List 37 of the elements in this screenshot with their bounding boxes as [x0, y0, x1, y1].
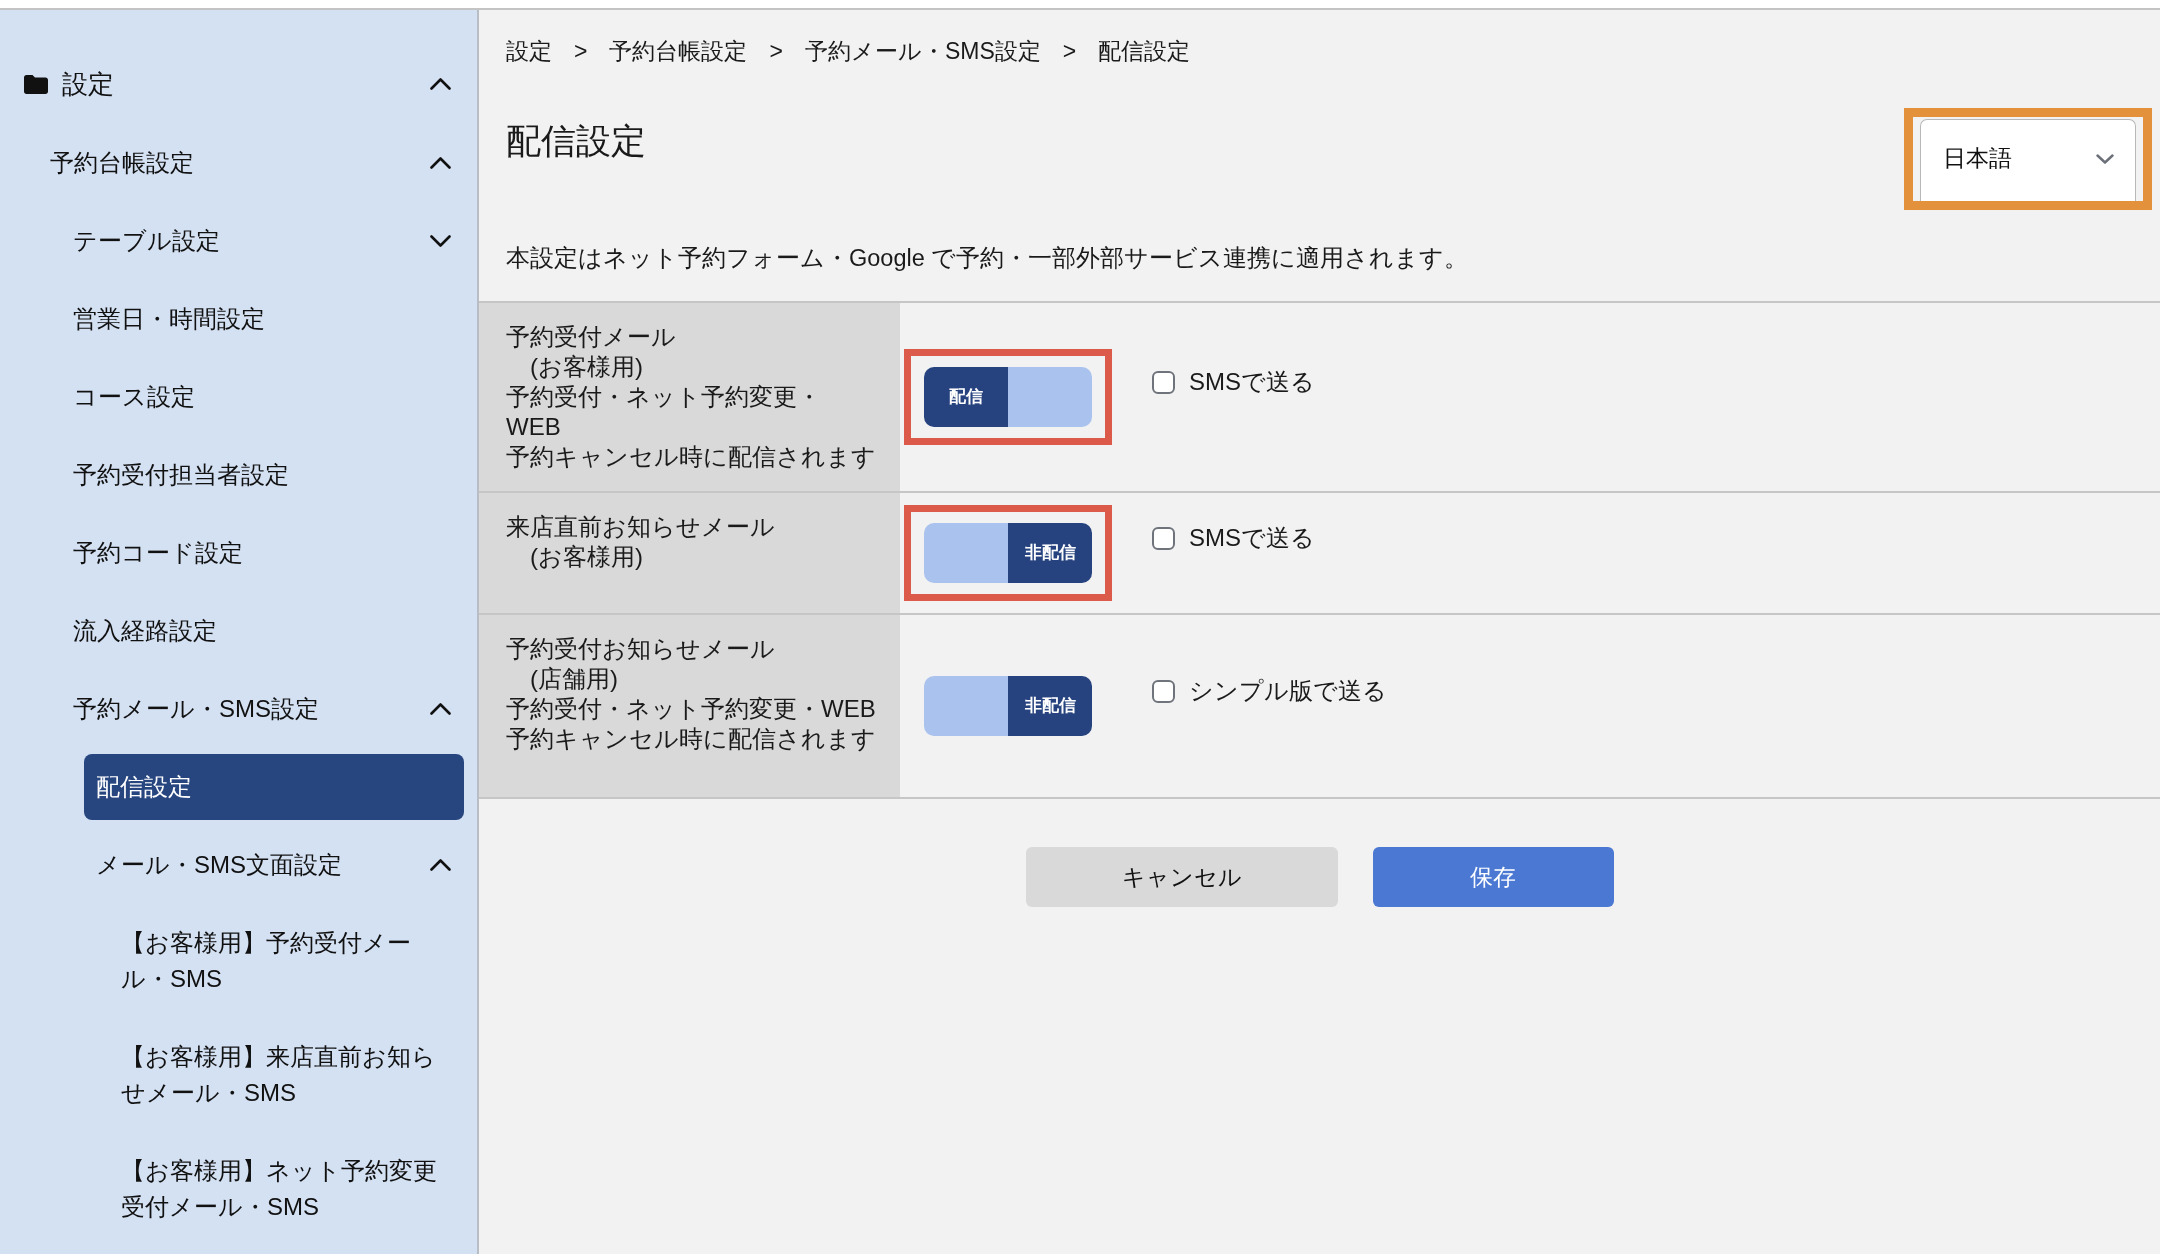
row-label: 予約受付メール (お客様用) 予約受付・ネット予約変更・ WEB 予約キャンセル時に配信されます — [506, 322, 876, 472]
checkbox-label[interactable]: SMSで送る — [1189, 367, 1315, 397]
sidebar-item[interactable]: 営業日・時間設定 — [12, 280, 464, 358]
row-label: 来店直前お知らせメール (お客様用) — [506, 512, 775, 572]
breadcrumb-separator: > — [1061, 37, 1078, 66]
checkbox-label[interactable]: シンプル版で送る — [1189, 676, 1387, 706]
sidebar-item[interactable]: メール・SMS文面設定 — [84, 826, 464, 904]
breadcrumb-separator: > — [573, 37, 589, 66]
sidebar-item[interactable]: 【お客様用】予約受付メール・SMS — [84, 904, 464, 1018]
checkbox[interactable] — [1152, 370, 1175, 394]
sidebar-item[interactable]: 予約コード設定 — [12, 514, 464, 592]
description-text: 本設定はネット予約フォーム・Google で予約・一部外部サービス連携に適用されます。 — [505, 244, 1470, 273]
sidebar-item[interactable]: 流入経路設定 — [12, 592, 464, 670]
sidebar-item[interactable]: 予約メール・SMS設定 — [12, 670, 464, 748]
chevron-down-icon — [2096, 153, 2114, 164]
sidebar-item[interactable]: 予約受付担当者設定 — [12, 436, 464, 514]
sidebar-item[interactable]: 配信設定 — [84, 754, 464, 820]
breadcrumb-link[interactable]: 設定 — [506, 36, 552, 66]
sidebar-item[interactable]: 【お客様用】ネット予約変更受付メール・SMS — [84, 1132, 464, 1246]
checkbox[interactable] — [1152, 679, 1175, 703]
page-title: 配信設定 — [506, 120, 646, 162]
breadcrumb-current: 配信設定 — [1098, 37, 1191, 66]
cancel-button[interactable]: キャンセル — [1025, 847, 1338, 907]
sidebar-item[interactable]: 設定 — [12, 44, 464, 124]
breadcrumb-link[interactable]: 予約台帳設定 — [609, 36, 748, 66]
checkbox-label[interactable]: SMSで送る — [1189, 523, 1315, 553]
checkbox[interactable] — [1152, 526, 1175, 550]
sidebar-item[interactable]: 【お客様用】来店直前お知らせメール・SMS — [84, 1018, 464, 1132]
breadcrumb-separator: > — [768, 37, 784, 66]
row-label: 予約受付お知らせメール (店舗用) 予約受付・ネット予約変更・WEB 予約キャンセル時に配信されます — [506, 634, 876, 754]
folder-icon — [24, 74, 48, 94]
save-button[interactable]: 保存 — [1372, 847, 1614, 907]
language-select[interactable]: 日本語 — [1920, 119, 2136, 201]
sidebar-item[interactable]: テーブル設定 — [12, 202, 464, 280]
sidebar-item[interactable]: 予約台帳設定 — [12, 124, 464, 202]
sidebar-item[interactable]: コース設定 — [12, 358, 464, 436]
breadcrumb-link[interactable]: 予約メール・SMS設定 — [804, 36, 1041, 66]
